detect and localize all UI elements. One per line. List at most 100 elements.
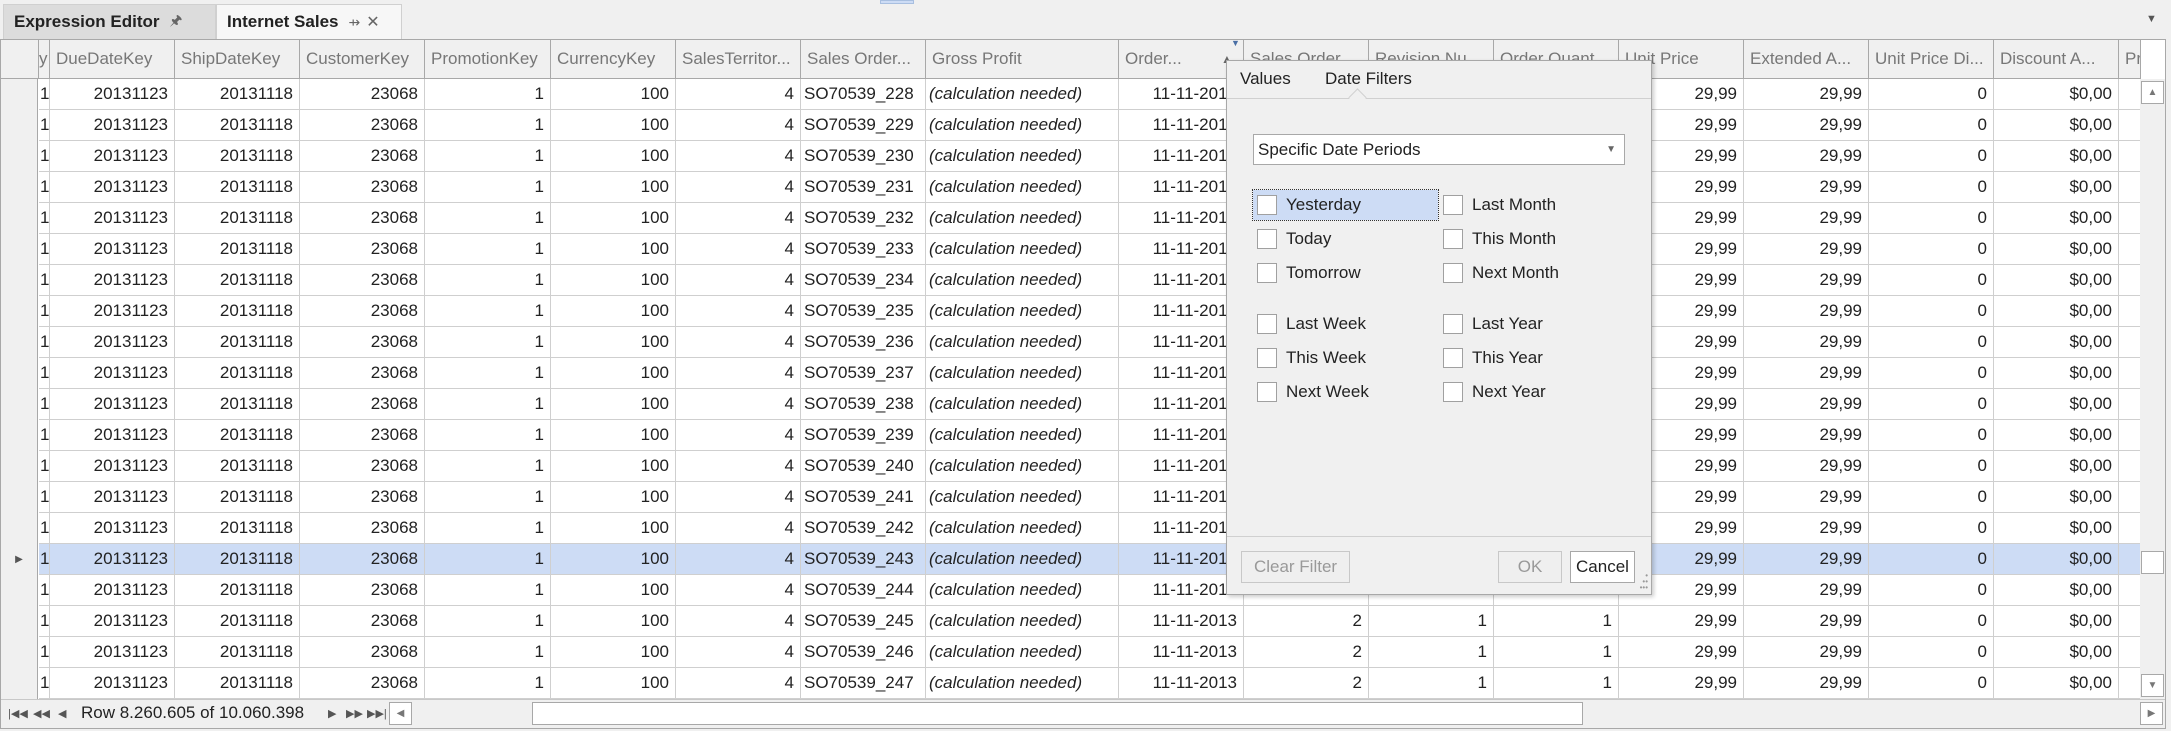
checkbox[interactable] — [1443, 263, 1463, 283]
table-cell[interactable]: 4 — [676, 668, 801, 699]
table-cell[interactable] — [2119, 575, 2141, 606]
table-cell[interactable]: 20131123 — [50, 110, 175, 141]
table-cell[interactable]: 1 — [425, 141, 551, 172]
table-cell[interactable]: SO70539_237 — [801, 358, 926, 389]
table-cell[interactable]: (calculation needed) — [926, 606, 1119, 637]
table-cell[interactable]: 4 — [676, 575, 801, 606]
table-cell[interactable]: SO70539_229 — [801, 110, 926, 141]
row-indicator[interactable] — [1, 110, 38, 141]
table-cell[interactable]: 100 — [551, 358, 676, 389]
table-cell[interactable]: $0,00 — [1994, 668, 2119, 699]
row-indicator[interactable]: ▶ — [1, 544, 38, 575]
table-cell[interactable]: 1 — [425, 606, 551, 637]
table-cell[interactable]: 100 — [551, 141, 676, 172]
table-cell[interactable]: SO70539_230 — [801, 141, 926, 172]
table-cell[interactable]: (calculation needed) — [926, 513, 1119, 544]
table-cell[interactable]: 4 — [676, 451, 801, 482]
table-cell[interactable]: 29,99 — [1619, 637, 1744, 668]
table-cell[interactable]: $0,00 — [1994, 172, 2119, 203]
column-header[interactable]: Unit Price Di... — [1869, 40, 1994, 79]
column-header[interactable]: Extended A... — [1744, 40, 1869, 79]
table-cell[interactable]: SO70539_235 — [801, 296, 926, 327]
table-cell[interactable]: 23068 — [300, 544, 425, 575]
table-cell[interactable]: 1 — [1369, 668, 1494, 699]
column-header[interactable]: Produ — [2119, 40, 2141, 79]
table-cell[interactable]: $0,00 — [1994, 327, 2119, 358]
table-cell[interactable]: 20131123 — [50, 265, 175, 296]
table-cell[interactable]: 100 — [551, 544, 676, 575]
column-header[interactable]: CurrencyKey — [551, 40, 676, 79]
table-cell[interactable]: 1 — [39, 141, 50, 172]
table-cell[interactable]: 100 — [551, 482, 676, 513]
table-cell[interactable]: SO70539_234 — [801, 265, 926, 296]
table-cell[interactable]: 20131123 — [50, 172, 175, 203]
table-cell[interactable]: (calculation needed) — [926, 203, 1119, 234]
table-cell[interactable]: 23068 — [300, 637, 425, 668]
table-cell[interactable]: 1 — [425, 234, 551, 265]
table-cell[interactable]: 1 — [425, 482, 551, 513]
table-cell[interactable]: 1 — [39, 668, 50, 699]
table-cell[interactable]: 20131123 — [50, 79, 175, 110]
table-cell[interactable]: 11-11-2013 — [1119, 668, 1244, 699]
column-header[interactable]: Sales Order... — [801, 40, 926, 79]
table-cell[interactable]: 20131118 — [175, 141, 300, 172]
table-cell[interactable]: 2 — [1244, 606, 1369, 637]
tab-date-filters[interactable]: Date Filters — [1325, 69, 1412, 89]
table-cell[interactable]: 29,99 — [1744, 110, 1869, 141]
table-cell[interactable]: 4 — [676, 79, 801, 110]
table-cell[interactable]: 20131118 — [175, 606, 300, 637]
table-cell[interactable]: SO70539_244 — [801, 575, 926, 606]
table-cell[interactable]: 1 — [1494, 606, 1619, 637]
table-cell[interactable]: SO70539_243 — [801, 544, 926, 575]
table-cell[interactable]: $0,00 — [1994, 110, 2119, 141]
table-cell[interactable]: 1 — [425, 79, 551, 110]
table-cell[interactable]: 4 — [676, 172, 801, 203]
scroll-up-button[interactable]: ▲ — [2141, 81, 2164, 104]
date-option-next-week[interactable]: Next Week — [1253, 377, 1438, 407]
table-cell[interactable]: 100 — [551, 265, 676, 296]
table-cell[interactable]: 20131123 — [50, 296, 175, 327]
checkbox[interactable] — [1257, 263, 1277, 283]
table-cell[interactable]: 0 — [1869, 575, 1994, 606]
table-cell[interactable]: 20131118 — [175, 575, 300, 606]
table-cell[interactable]: 4 — [676, 389, 801, 420]
table-cell[interactable]: SO70539_236 — [801, 327, 926, 358]
table-cell[interactable]: 4 — [676, 420, 801, 451]
table-cell[interactable] — [2119, 389, 2141, 420]
table-cell[interactable]: 4 — [676, 513, 801, 544]
table-cell[interactable]: 20131118 — [175, 668, 300, 699]
table-cell[interactable]: (calculation needed) — [926, 482, 1119, 513]
table-cell[interactable] — [2119, 544, 2141, 575]
table-cell[interactable]: 20131118 — [175, 544, 300, 575]
column-header[interactable]: y — [39, 40, 50, 79]
table-cell[interactable]: 4 — [676, 482, 801, 513]
table-cell[interactable]: 1 — [425, 544, 551, 575]
table-cell[interactable]: $0,00 — [1994, 420, 2119, 451]
table-cell[interactable]: 11-11-2013 — [1119, 606, 1244, 637]
table-cell[interactable] — [2119, 327, 2141, 358]
table-cell[interactable]: 20131123 — [50, 575, 175, 606]
column-header[interactable]: SalesTerritor... — [676, 40, 801, 79]
table-cell[interactable] — [2119, 420, 2141, 451]
table-cell[interactable]: 0 — [1869, 172, 1994, 203]
table-cell[interactable]: 100 — [551, 451, 676, 482]
table-cell[interactable]: 20131118 — [175, 389, 300, 420]
table-cell[interactable]: 20131118 — [175, 234, 300, 265]
table-cell[interactable]: 0 — [1869, 203, 1994, 234]
table-cell[interactable]: 20131123 — [50, 327, 175, 358]
table-cell[interactable]: 29,99 — [1744, 544, 1869, 575]
table-cell[interactable]: 20131123 — [50, 606, 175, 637]
table-cell[interactable]: 20131123 — [50, 451, 175, 482]
table-cell[interactable]: 0 — [1869, 141, 1994, 172]
table-cell[interactable]: SO70539_241 — [801, 482, 926, 513]
table-cell[interactable]: 100 — [551, 234, 676, 265]
row-indicator[interactable] — [1, 141, 38, 172]
checkbox[interactable] — [1257, 382, 1277, 402]
table-cell[interactable]: 11-11-2013 — [1119, 637, 1244, 668]
table-cell[interactable]: 1 — [425, 420, 551, 451]
table-cell[interactable]: $0,00 — [1994, 451, 2119, 482]
table-cell[interactable]: 0 — [1869, 79, 1994, 110]
table-cell[interactable] — [2119, 172, 2141, 203]
column-header[interactable]: PromotionKey — [425, 40, 551, 79]
table-cell[interactable]: 0 — [1869, 606, 1994, 637]
